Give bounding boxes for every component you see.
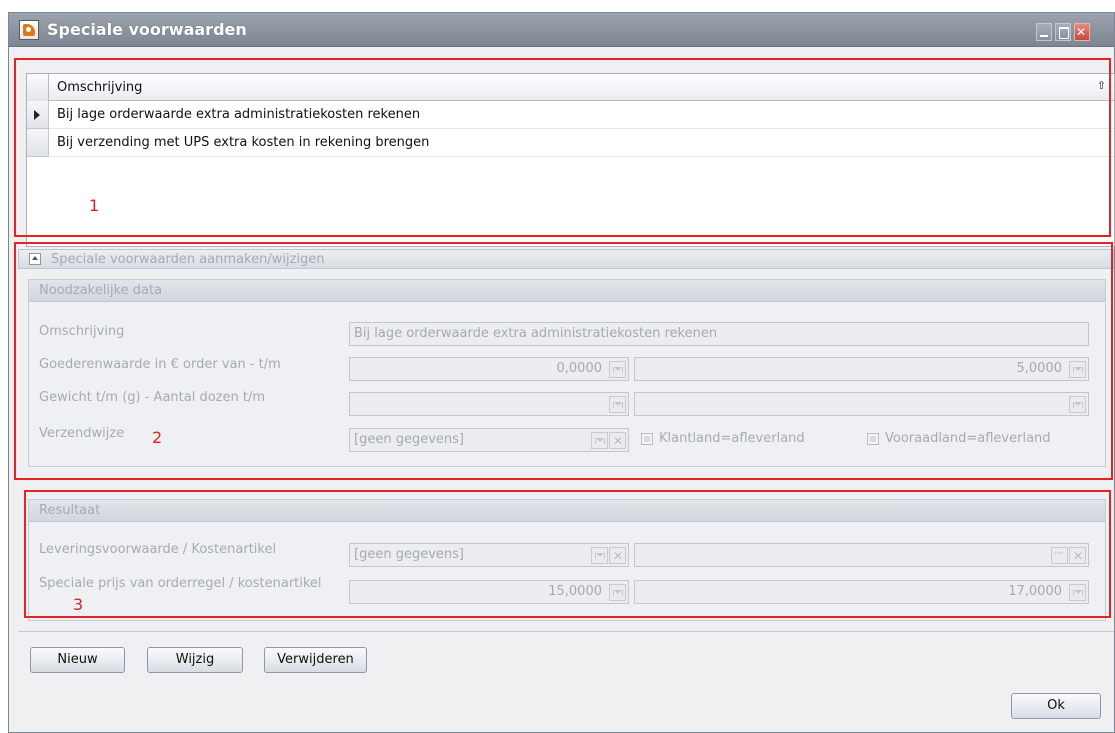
column-header-omschrijving[interactable]: Omschrijving [57, 80, 142, 95]
dialog-window: Speciale voorwaarden Omschrijving ⇧ Bij … [8, 12, 1115, 733]
conditions-grid: Omschrijving ⇧ Bij lage orderwaarde extr… [26, 73, 1115, 247]
speciale-prijs-label: Speciale prijs van orderregel / kostenar… [39, 576, 322, 591]
required-data-group: Noodzakelijke data Omschrijving Bij lage… [28, 279, 1106, 467]
verzendwijze-dropdown[interactable]: [geen gegevens] ✕ [349, 428, 629, 452]
kostenartikel-prijs-value: 17,0000 [1008, 584, 1062, 599]
row-cell[interactable]: Bij lage orderwaarde extra administratie… [57, 107, 420, 122]
klantland-label: Klantland=afleverland [659, 431, 805, 446]
annotation-number-1: 1 [89, 196, 100, 215]
gewicht-label: Gewicht t/m (g) - Aantal dozen t/m [39, 390, 266, 405]
verzendwijze-label: Verzendwijze [39, 426, 125, 441]
annotation-number-2: 2 [152, 428, 163, 447]
vooraadland-label: Vooraadland=afleverland [885, 431, 1051, 446]
clear-icon[interactable]: ✕ [609, 432, 626, 449]
verzendwijze-value: [geen gegevens] [354, 432, 464, 447]
dropdown-icon[interactable] [1069, 396, 1086, 413]
omschrijving-field[interactable]: Bij lage orderwaarde extra administratie… [349, 322, 1089, 346]
maximize-button[interactable] [1055, 23, 1071, 41]
nieuw-button[interactable]: Nieuw [30, 647, 125, 673]
sort-ascending-icon[interactable]: ⇧ [1097, 79, 1106, 92]
current-row-arrow-icon [34, 110, 40, 120]
minimize-button[interactable] [1036, 23, 1052, 41]
ok-button[interactable]: Ok [1011, 693, 1101, 719]
levering-label: Leveringsvoorwaarde / Kostenartikel [39, 542, 277, 557]
result-group: Resultaat Leveringsvoorwaarde / Kostenar… [28, 499, 1106, 621]
kostenartikel-field[interactable]: ··· ✕ [634, 543, 1089, 567]
divider [18, 631, 1114, 632]
row-cell[interactable]: Bij verzending met UPS extra kosten in r… [57, 135, 429, 150]
goederenwaarde-label: Goederenwaarde in € order van - t/m [39, 357, 281, 372]
dropdown-icon[interactable] [609, 396, 626, 413]
collapse-icon[interactable] [29, 253, 41, 265]
omschrijving-label: Omschrijving [39, 324, 125, 339]
table-row[interactable]: Bij lage orderwaarde extra administratie… [27, 101, 1114, 129]
group-header: Noodzakelijke data [29, 280, 1105, 302]
klantland-checkbox[interactable] [641, 433, 653, 445]
dropdown-icon[interactable] [591, 432, 608, 449]
verwijderen-button[interactable]: Verwijderen [264, 647, 367, 673]
clear-icon[interactable]: ✕ [1069, 547, 1086, 564]
vooraadland-checkbox[interactable] [867, 433, 879, 445]
row-indicator[interactable] [27, 101, 49, 129]
app-logo-icon [19, 20, 39, 40]
speciale-prijs-value: 15,0000 [548, 584, 602, 599]
title-bar[interactable]: Speciale voorwaarden [9, 13, 1114, 47]
dropdown-icon[interactable] [1069, 361, 1086, 378]
table-row[interactable]: Bij verzending met UPS extra kosten in r… [27, 129, 1114, 157]
kostenartikel-prijs-field[interactable]: 17,0000 [634, 580, 1089, 604]
aantal-dozen-field[interactable] [634, 392, 1089, 416]
leveringsvoorwaarde-dropdown[interactable]: [geen gegevens] ✕ [349, 543, 629, 567]
group-header: Resultaat [29, 500, 1105, 522]
browse-icon[interactable]: ··· [1051, 546, 1068, 564]
row-indicator[interactable] [27, 129, 49, 157]
dropdown-icon[interactable] [609, 584, 626, 601]
goederenwaarde-to-field[interactable]: 5,0000 [634, 357, 1089, 381]
goederenwaarde-to-value: 5,0000 [1016, 361, 1063, 376]
annotation-number-3: 3 [73, 595, 84, 614]
speciale-prijs-field[interactable]: 15,0000 [349, 580, 629, 604]
goederenwaarde-from-value: 0,0000 [556, 361, 603, 376]
goederenwaarde-from-field[interactable]: 0,0000 [349, 357, 629, 381]
dropdown-icon[interactable] [1069, 584, 1086, 601]
grid-header: Omschrijving ⇧ [27, 74, 1114, 101]
close-button[interactable] [1074, 23, 1090, 41]
group-title: Resultaat [39, 503, 101, 518]
omschrijving-value: Bij lage orderwaarde extra administratie… [354, 326, 718, 341]
expander-header[interactable]: Speciale voorwaarden aanmaken/wijzigen [18, 249, 1114, 269]
expander-label: Speciale voorwaarden aanmaken/wijzigen [51, 252, 325, 267]
dropdown-icon[interactable] [591, 547, 608, 564]
levering-value: [geen gegevens] [354, 547, 464, 562]
clear-icon[interactable]: ✕ [609, 547, 626, 564]
row-header-corner[interactable] [27, 74, 49, 101]
dropdown-icon[interactable] [609, 361, 626, 378]
window-title: Speciale voorwaarden [47, 20, 247, 39]
gewicht-field[interactable] [349, 392, 629, 416]
group-title: Noodzakelijke data [39, 283, 163, 298]
wijzig-button[interactable]: Wijzig [147, 647, 243, 673]
